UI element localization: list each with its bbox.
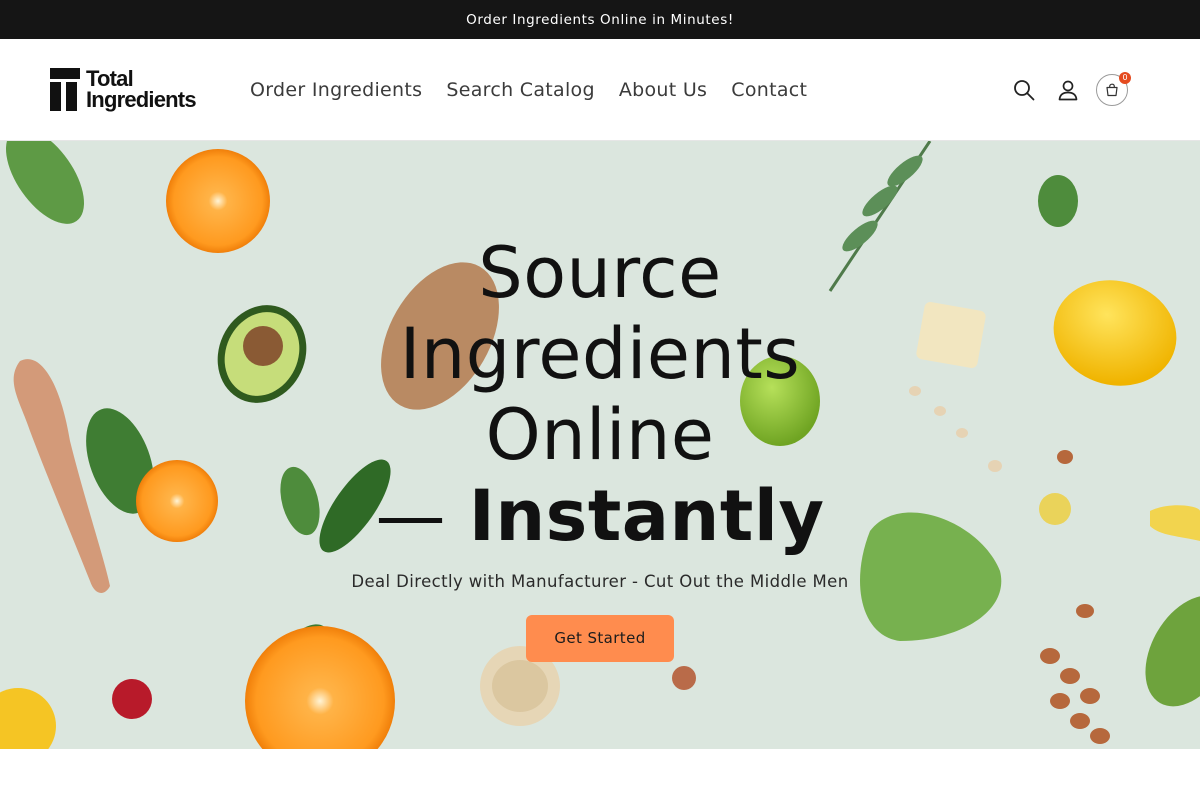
search-icon — [1014, 80, 1035, 101]
user-icon — [1058, 80, 1078, 101]
get-started-button[interactable]: Get Started — [526, 615, 674, 662]
hero-subtitle: Deal Directly with Manufacturer - Cut Ou… — [351, 572, 849, 591]
nav-about-us[interactable]: About Us — [607, 79, 719, 101]
account-button[interactable] — [1052, 74, 1084, 106]
hero-title-line2: Ingredients — [399, 313, 801, 395]
hero-title: Source Ingredients Online — Instantly — [300, 233, 900, 557]
hero-title-line4: — Instantly — [300, 476, 900, 557]
hero-title-line3: Online — [485, 394, 715, 476]
hero-title-emphasis: Instantly — [468, 475, 825, 557]
logo-text-line2: Ingredients — [86, 87, 197, 112]
hero-content: Source Ingredients Online — Instantly De… — [300, 233, 900, 662]
hero-title-line1: Source — [478, 232, 722, 314]
logo-wordmark: Total Ingredients — [86, 66, 197, 112]
cart-count-badge: 0 — [1119, 72, 1131, 84]
header-actions: 0 — [1008, 72, 1131, 108]
hero-banner: Source Ingredients Online — Instantly De… — [0, 141, 1200, 749]
nav-contact[interactable]: Contact — [719, 79, 819, 101]
cart-button[interactable]: 0 — [1096, 72, 1131, 106]
cart-icon — [1106, 83, 1118, 97]
site-header: Total Ingredients Order Ingredients Sear… — [0, 39, 1200, 141]
logo-text-line1: Total — [86, 66, 134, 91]
content-section — [0, 749, 1200, 800]
logo-mark-icon — [50, 67, 80, 111]
main-nav: Order Ingredients Search Catalog About U… — [238, 77, 819, 103]
search-button[interactable] — [1008, 74, 1040, 106]
nav-search-catalog[interactable]: Search Catalog — [434, 79, 606, 101]
announcement-text: Order Ingredients Online in Minutes! — [466, 11, 734, 28]
nav-order-ingredients[interactable]: Order Ingredients — [238, 79, 434, 101]
announcement-bar: Order Ingredients Online in Minutes! — [0, 0, 1200, 39]
hero-title-dash: — — [375, 475, 469, 557]
brand-logo[interactable]: Total Ingredients — [50, 66, 212, 112]
